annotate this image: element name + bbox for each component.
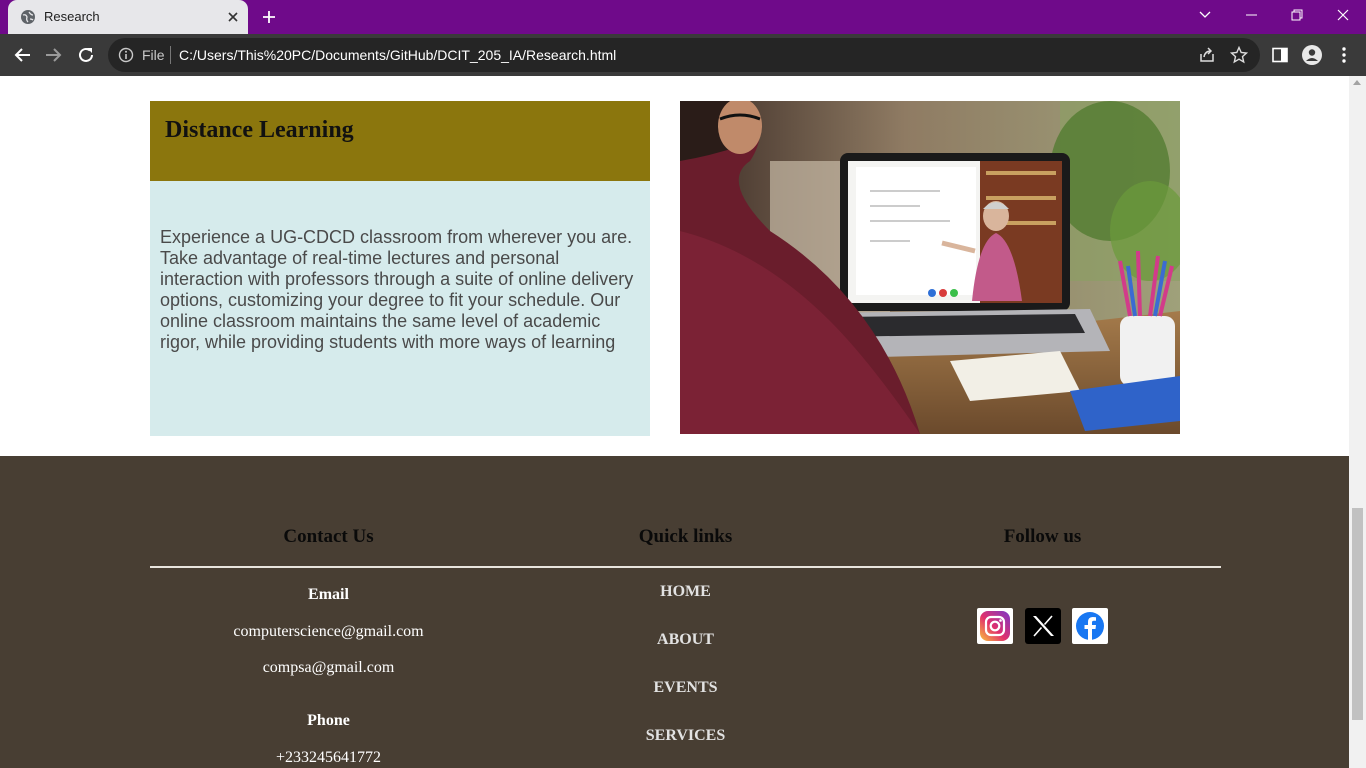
email-address[interactable]: computerscience@gmail.com [150, 623, 507, 641]
facebook-icon[interactable] [1072, 608, 1108, 644]
close-window-icon[interactable] [1320, 0, 1366, 30]
phone-number[interactable]: +233245641772 [150, 749, 507, 767]
browser-tab[interactable]: Research [8, 0, 248, 34]
profile-icon[interactable] [1302, 45, 1322, 65]
share-icon[interactable] [1198, 46, 1216, 64]
card-title: Distance Learning [165, 117, 354, 143]
follow-heading: Follow us [1003, 526, 1082, 547]
email-address[interactable]: compsa@gmail.com [150, 659, 507, 677]
contact-heading: Contact Us [283, 526, 374, 547]
info-icon[interactable] [118, 47, 134, 63]
distance-learning-card: Distance Learning Experience a UG-CDCD c… [150, 101, 650, 436]
quick-link-home[interactable]: HOME [507, 583, 864, 601]
quick-link-about[interactable]: ABOUT [507, 631, 864, 649]
instagram-icon[interactable] [977, 608, 1013, 644]
reload-icon[interactable] [74, 43, 98, 67]
page-viewport: Distance Learning Experience a UG-CDCD c… [0, 76, 1349, 768]
tab-search-icon[interactable] [1182, 0, 1228, 30]
tab-title: Research [44, 9, 100, 24]
new-tab-icon[interactable] [258, 6, 280, 28]
quick-link-events[interactable]: EVENTS [507, 679, 864, 697]
site-footer: Contact Us Quick links Follow us Email c… [0, 456, 1349, 768]
browser-tab-strip: Research [0, 0, 1366, 34]
url-text[interactable]: C:/Users/This%20PC/Documents/GitHub/DCIT… [179, 47, 616, 63]
scrollbar-thumb[interactable] [1352, 508, 1363, 720]
address-bar[interactable]: File C:/Users/This%20PC/Documents/GitHub… [108, 38, 1260, 72]
side-panel-icon[interactable] [1270, 45, 1290, 65]
close-tab-icon[interactable] [224, 8, 242, 26]
forward-icon[interactable] [42, 43, 66, 67]
file-label: File [142, 47, 165, 63]
card-header: Distance Learning [150, 101, 650, 181]
more-menu-icon[interactable] [1334, 45, 1354, 65]
restore-icon[interactable] [1274, 0, 1320, 30]
back-icon[interactable] [10, 43, 34, 67]
footer-divider [150, 566, 1221, 568]
quick-links-heading: Quick links [638, 526, 733, 547]
scroll-up-arrow-icon[interactable] [1353, 80, 1361, 85]
x-icon[interactable] [1025, 608, 1061, 644]
vertical-scrollbar[interactable] [1349, 76, 1366, 768]
minimize-icon[interactable] [1228, 0, 1274, 30]
bookmark-star-icon[interactable] [1230, 46, 1248, 64]
address-separator [170, 46, 171, 64]
distance-learning-photo [680, 101, 1180, 434]
globe-icon [21, 10, 35, 24]
card-description: Experience a UG-CDCD classroom from wher… [160, 227, 634, 352]
browser-toolbar: File C:/Users/This%20PC/Documents/GitHub… [0, 34, 1366, 76]
quick-link-services[interactable]: SERVICES [507, 727, 864, 745]
phone-label: Phone [307, 712, 350, 729]
email-label: Email [308, 586, 349, 603]
